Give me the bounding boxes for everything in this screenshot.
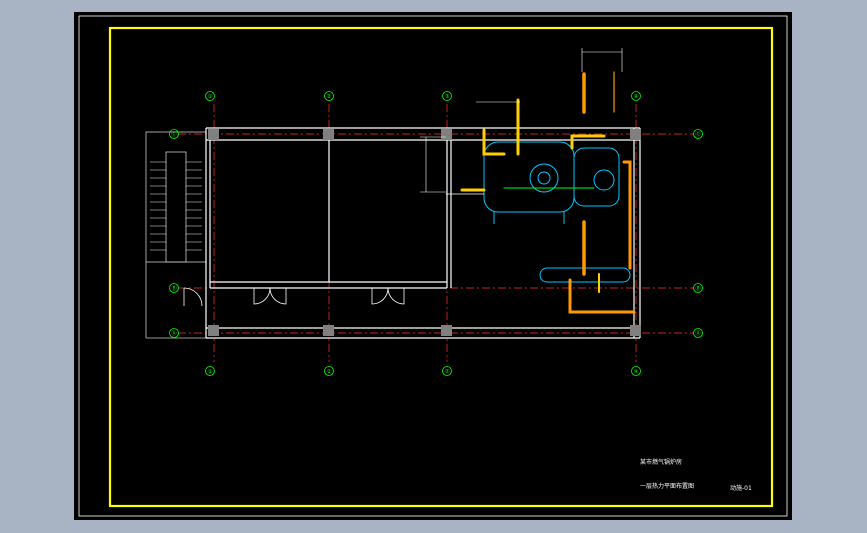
row-label-left-c: Ⓒ bbox=[171, 130, 177, 138]
building-walls bbox=[205, 127, 641, 339]
dimension-lines bbox=[420, 48, 623, 193]
door-swing-icon bbox=[183, 287, 405, 307]
row-label-right-b: Ⓑ bbox=[695, 284, 701, 292]
stair-icon bbox=[145, 131, 207, 339]
drawing-number: 动施-01 bbox=[730, 484, 752, 492]
drawing-title: 一层热力平面布置图 bbox=[640, 482, 694, 490]
col-label-top-3: ③ bbox=[445, 94, 450, 100]
outer-frame bbox=[78, 15, 788, 517]
row-label-left-b: Ⓑ bbox=[171, 284, 177, 292]
col-label-bottom-2: ② bbox=[327, 368, 332, 375]
col-label-top-1: ① bbox=[208, 94, 213, 100]
row-label-left-a: Ⓐ bbox=[171, 329, 177, 337]
title-block: 某市燃气锅炉房 一层热力平面布置图 动施-01 bbox=[640, 458, 752, 492]
project-name: 某市燃气锅炉房 bbox=[640, 458, 682, 466]
col-label-bottom-3: ③ bbox=[445, 369, 450, 375]
col-label-top-2: ② bbox=[327, 93, 332, 100]
row-label-right-a: Ⓐ bbox=[695, 329, 701, 337]
col-label-bottom-1: ① bbox=[208, 369, 213, 375]
col-label-top-4: ④ bbox=[634, 94, 639, 100]
drawing-sheet: ① ② ③ ④ ① ② ③ ④ Ⓒ Ⓑ Ⓐ Ⓒ Ⓑ Ⓐ 某市燃气锅炉房 一层热力… bbox=[74, 12, 792, 520]
structural-columns bbox=[208, 129, 641, 336]
axis-lines bbox=[178, 104, 694, 362]
boiler-equipment bbox=[483, 141, 631, 283]
row-label-right-c: Ⓒ bbox=[695, 130, 701, 138]
stair-treads bbox=[150, 161, 202, 251]
floor-plan-drawing: ① ② ③ ④ ① ② ③ ④ Ⓒ Ⓑ Ⓐ Ⓒ Ⓑ Ⓐ 某市燃气锅炉房 一层热力… bbox=[78, 15, 788, 517]
col-label-bottom-4: ④ bbox=[634, 369, 639, 375]
